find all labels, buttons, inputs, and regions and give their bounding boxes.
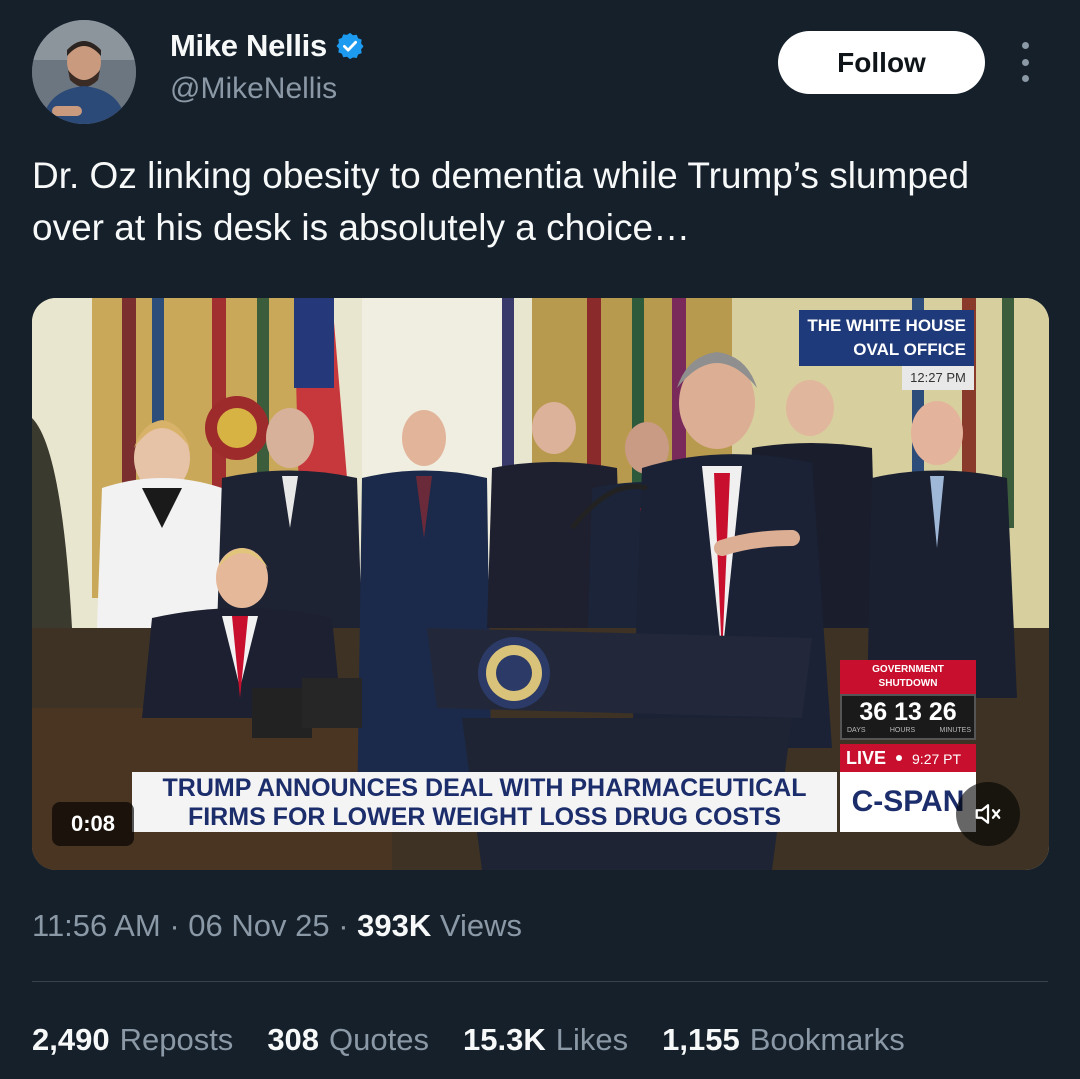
shutdown-line2: SHUTDOWN xyxy=(878,678,938,689)
reposts-stat[interactable]: 2,490 Reposts xyxy=(32,1022,233,1058)
shutdown-unit-minutes: MINUTES xyxy=(939,727,971,734)
location-time: 12:27 PM xyxy=(902,366,974,390)
bookmarks-stat[interactable]: 1,155 Bookmarks xyxy=(662,1022,905,1058)
tweet-meta: 11:56 AM · 06 Nov 25 · 393K Views xyxy=(32,908,522,944)
author-handle[interactable]: @MikeNellis xyxy=(170,72,337,106)
shutdown-unit-hours: HOURS xyxy=(889,727,916,734)
divider xyxy=(32,981,1048,982)
views-label: Views xyxy=(439,908,523,943)
location-line1: THE WHITE HOUSE xyxy=(807,316,966,335)
author-name[interactable]: Mike Nellis xyxy=(170,28,327,64)
engagement-stats: 2,490 Reposts 308 Quotes 15.3K Likes 1,155 B… xyxy=(32,1022,905,1058)
reposts-count: 2,490 xyxy=(32,1022,110,1057)
quotes-label: Quotes xyxy=(329,1022,429,1057)
live-tag: LIVE 9:27 PT xyxy=(840,744,976,772)
meta-separator: · xyxy=(169,908,189,943)
meta-separator: · xyxy=(338,908,358,943)
quotes-stat[interactable]: 308 Quotes xyxy=(267,1022,429,1058)
muted-speaker-icon xyxy=(975,804,1001,824)
more-dot xyxy=(1021,58,1029,66)
more-options-icon[interactable] xyxy=(1010,42,1040,82)
shutdown-line1: GOVERNMENT xyxy=(872,664,944,675)
views-count: 393K xyxy=(357,908,432,943)
network-logo: C-SPAN xyxy=(840,772,976,832)
bookmarks-label: Bookmarks xyxy=(749,1022,905,1057)
reposts-label: Reposts xyxy=(119,1022,234,1057)
video-timestamp: 0:08 xyxy=(52,802,134,846)
shutdown-label: GOVERNMENT SHUTDOWN xyxy=(840,660,976,694)
shutdown-unit-days: DAYS xyxy=(847,727,866,734)
news-headline: TRUMP ANNOUNCES DEAL WITH PHARMACEUTICAL… xyxy=(132,772,837,832)
video-player[interactable]: THE WHITE HOUSE OVAL OFFICE 12:27 PM GOV… xyxy=(32,298,1049,870)
likes-label: Likes xyxy=(555,1022,629,1057)
live-label: LIVE xyxy=(846,748,887,768)
author-name-row[interactable]: Mike Nellis xyxy=(170,28,365,64)
quotes-count: 308 xyxy=(267,1022,320,1057)
tweet-date[interactable]: 06 Nov 25 xyxy=(188,908,329,943)
shutdown-units: DAYS HOURS MINUTES xyxy=(847,727,971,734)
more-dot xyxy=(1021,42,1029,49)
more-dot xyxy=(1021,75,1029,82)
location-line2: OVAL OFFICE xyxy=(853,340,966,359)
tweet-time[interactable]: 11:56 AM xyxy=(32,908,161,943)
location-badge: THE WHITE HOUSE OVAL OFFICE xyxy=(799,310,974,366)
tweet-text: Dr. Oz linking obesity to dementia while… xyxy=(32,155,970,248)
mute-toggle-button[interactable] xyxy=(956,782,1020,846)
headline-line1: TRUMP ANNOUNCES DEAL WITH PHARMACEUTICAL xyxy=(162,774,807,802)
live-dot-icon xyxy=(896,755,903,761)
verified-badge-icon[interactable] xyxy=(335,31,365,61)
headline-line2: FIRMS FOR LOWER WEIGHT LOSS DRUG COSTS xyxy=(187,803,782,831)
bookmarks-count: 1,155 xyxy=(662,1022,740,1057)
follow-button[interactable]: Follow xyxy=(778,31,985,94)
likes-count: 15.3K xyxy=(463,1022,546,1057)
author-avatar[interactable] xyxy=(32,20,136,124)
live-time: 9:27 PT xyxy=(912,751,962,767)
likes-stat[interactable]: 15.3K Likes xyxy=(463,1022,628,1058)
